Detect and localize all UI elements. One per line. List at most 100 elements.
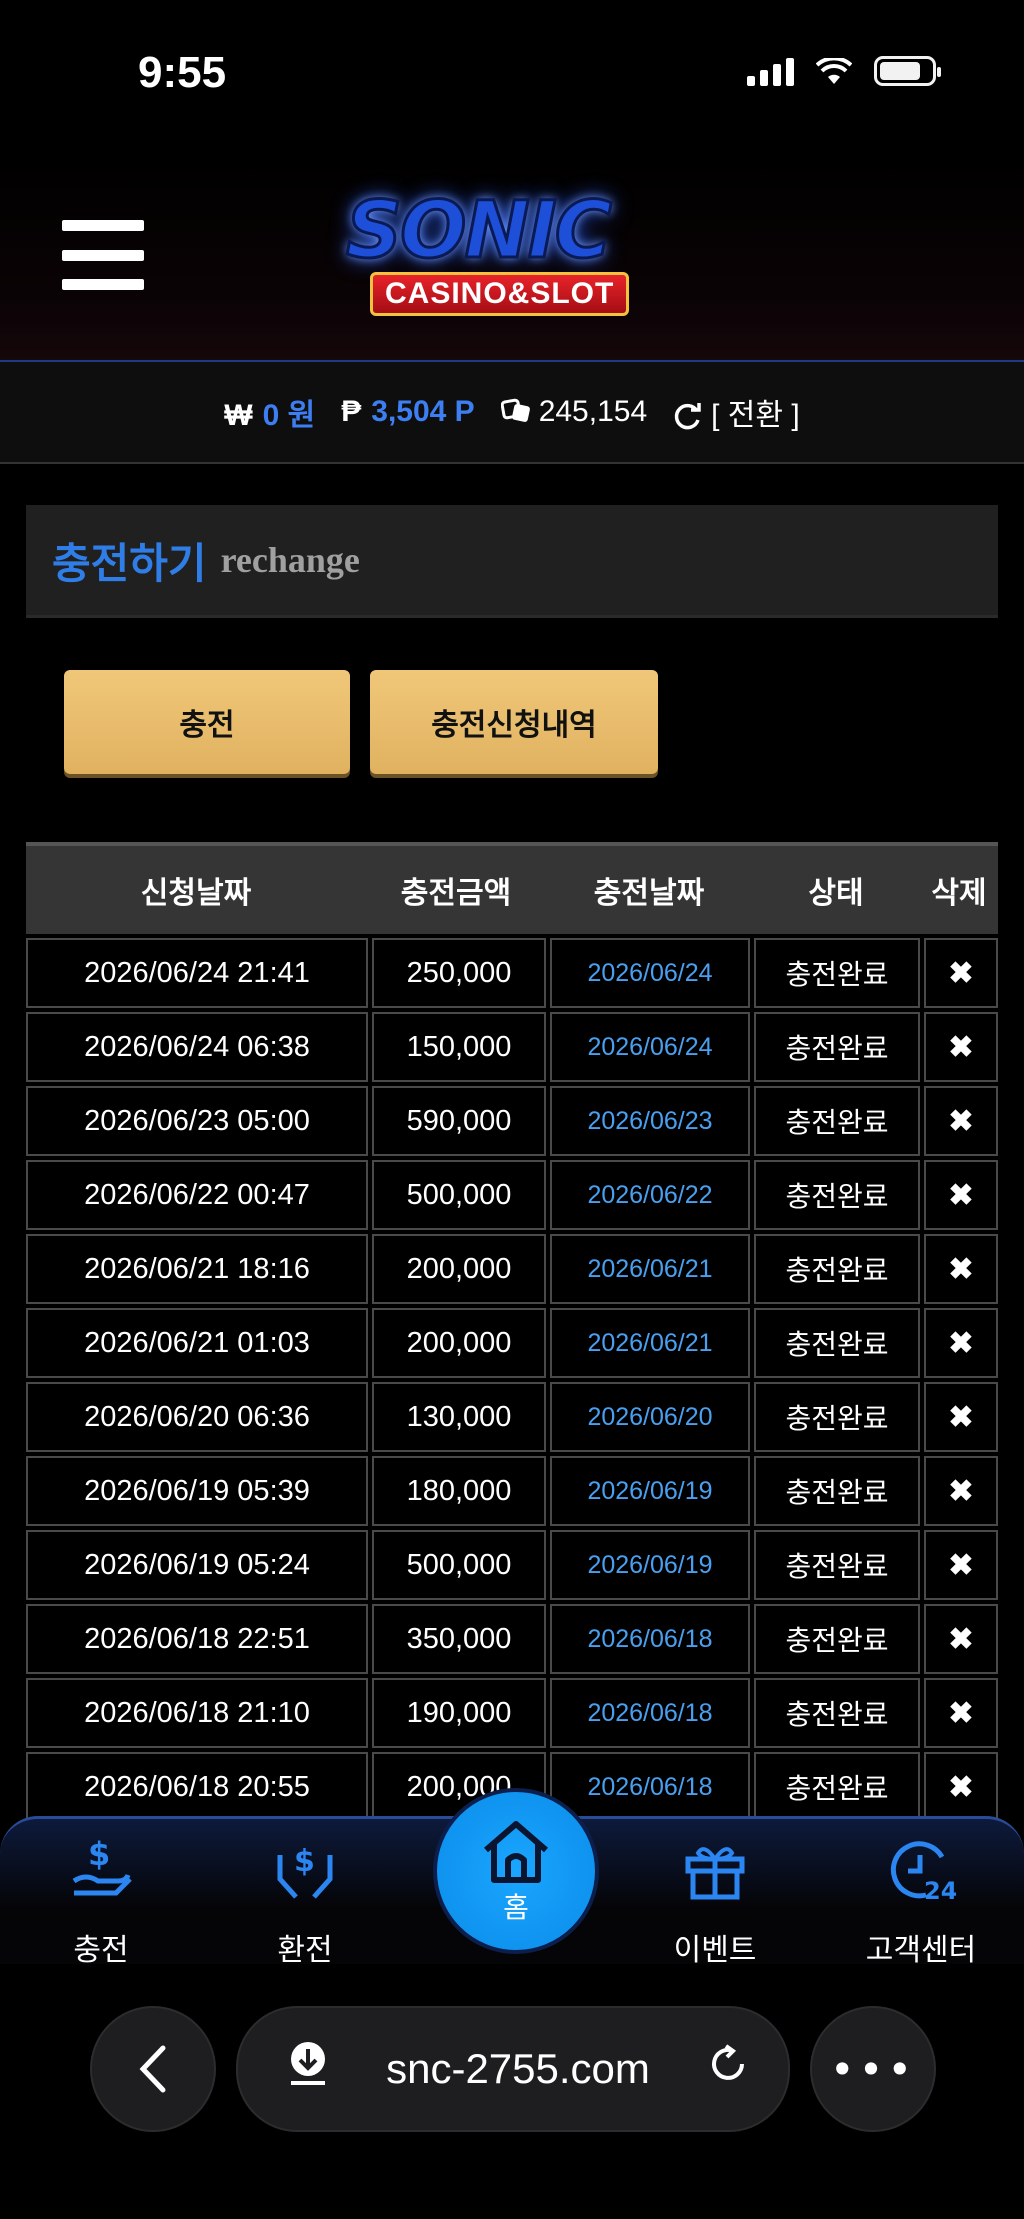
status-time: 9:55 — [138, 48, 227, 97]
charged-date-cell: 2026/06/20 — [550, 1382, 750, 1452]
header-delete: 삭제 — [931, 876, 987, 911]
header-status: 상태 — [808, 876, 864, 911]
table-row: 2026/06/19 05:24 500,000 2026/06/19 충전완료 ✖ — [26, 1530, 998, 1600]
requested-date-cell: 2026/06/20 06:36 — [26, 1382, 368, 1452]
delete-cell[interactable]: ✖ — [924, 1530, 998, 1600]
amount-cell: 500,000 — [372, 1530, 546, 1600]
site-logo[interactable]: SONIC CASINO&SLOT — [318, 180, 718, 330]
status-bar: 9:55 — [0, 0, 1024, 150]
battery-icon — [874, 56, 941, 86]
charged-date-cell: 2026/06/18 — [550, 1752, 750, 1822]
delete-cell[interactable]: ✖ — [924, 1382, 998, 1452]
delete-icon[interactable]: ✖ — [948, 1030, 973, 1065]
table-row: 2026/06/19 05:39 180,000 2026/06/19 충전완료 ✖ — [26, 1456, 998, 1526]
charge-history-table: 신청날짜 충전금액 충전날짜 상태 삭제 2026/06/24 21:41 250… — [26, 842, 998, 1822]
delete-icon[interactable]: ✖ — [948, 1622, 973, 1657]
more-options-button[interactable]: ••• — [810, 2006, 936, 2132]
table-row: 2026/06/22 00:47 500,000 2026/06/22 충전완료 ✖ — [26, 1160, 998, 1230]
status-cell: 충전완료 — [754, 1086, 920, 1156]
table-row: 2026/06/21 01:03 200,000 2026/06/21 충전완료 ✖ — [26, 1308, 998, 1378]
section-title-ko: 충전하기 — [52, 538, 207, 588]
charged-date-cell: 2026/06/19 — [550, 1530, 750, 1600]
charge-button[interactable]: 충전 — [64, 670, 350, 774]
support-24-icon[interactable]: 24 — [846, 1835, 996, 1915]
nav-exchange-label: 환전 — [277, 1933, 333, 1968]
status-cell: 충전완료 — [754, 1530, 920, 1600]
charged-date-cell: 2026/06/24 — [550, 938, 750, 1008]
reload-icon[interactable] — [688, 2042, 768, 2097]
svg-text:$: $ — [294, 1844, 315, 1879]
chip-balance: 245,154 — [500, 395, 648, 429]
status-cell: 충전완료 — [754, 1604, 920, 1674]
switch-button[interactable]: [ 전환 ] — [711, 399, 800, 432]
deposit-hand-icon[interactable]: $ — [26, 1835, 176, 1915]
delete-icon[interactable]: ✖ — [948, 1104, 973, 1139]
delete-icon[interactable]: ✖ — [948, 1252, 973, 1287]
charge-history-button[interactable]: 충전신청내역 — [370, 670, 658, 774]
nav-support[interactable]: 24 고객센터 — [846, 1835, 996, 1969]
delete-icon[interactable]: ✖ — [948, 1474, 973, 1509]
menu-icon[interactable] — [62, 220, 144, 290]
signal-icon — [747, 56, 794, 86]
status-icons — [747, 56, 941, 86]
more-icon[interactable]: ••• — [830, 2045, 916, 2094]
delete-cell[interactable]: ✖ — [924, 1308, 998, 1378]
gift-icon[interactable] — [640, 1835, 790, 1915]
amount-cell: 250,000 — [372, 938, 546, 1008]
delete-icon[interactable]: ✖ — [948, 1696, 973, 1731]
delete-icon[interactable]: ✖ — [948, 1400, 973, 1435]
charged-date-cell: 2026/06/19 — [550, 1456, 750, 1526]
delete-icon[interactable]: ✖ — [948, 1548, 973, 1583]
delete-cell[interactable]: ✖ — [924, 1678, 998, 1748]
status-cell: 충전완료 — [754, 938, 920, 1008]
delete-cell[interactable]: ✖ — [924, 1160, 998, 1230]
delete-cell[interactable]: ✖ — [924, 1234, 998, 1304]
status-cell: 충전완료 — [754, 1012, 920, 1082]
header-charged-date: 충전날짜 — [593, 876, 705, 911]
amount-cell: 200,000 — [372, 1234, 546, 1304]
won-icon: ₩ — [224, 399, 253, 432]
charged-date-cell: 2026/06/24 — [550, 1012, 750, 1082]
download-icon[interactable] — [268, 2039, 348, 2099]
exchange-hands-icon[interactable]: $ — [230, 1835, 380, 1915]
nav-deposit-label: 충전 — [73, 1933, 129, 1968]
requested-date-cell: 2026/06/24 06:38 — [26, 1012, 368, 1082]
table-row: 2026/06/24 06:38 150,000 2026/06/24 충전완료 ✖ — [26, 1012, 998, 1082]
wifi-icon — [816, 58, 852, 84]
home-icon[interactable] — [478, 1816, 554, 1886]
nav-event[interactable]: 이벤트 — [640, 1835, 790, 1969]
delete-cell[interactable]: ✖ — [924, 1456, 998, 1526]
nav-deposit[interactable]: $ 충전 — [26, 1835, 176, 1969]
delete-cell[interactable]: ✖ — [924, 1604, 998, 1674]
amount-cell: 190,000 — [372, 1678, 546, 1748]
delete-cell[interactable]: ✖ — [924, 938, 998, 1008]
switch-control[interactable]: [ 전환 ] — [673, 390, 800, 434]
requested-date-cell: 2026/06/22 00:47 — [26, 1160, 368, 1230]
svg-text:$: $ — [88, 1835, 110, 1873]
refresh-icon[interactable] — [673, 401, 703, 431]
amount-cell: 150,000 — [372, 1012, 546, 1082]
delete-icon[interactable]: ✖ — [948, 1770, 973, 1805]
amount-cell: 590,000 — [372, 1086, 546, 1156]
requested-date-cell: 2026/06/24 21:41 — [26, 938, 368, 1008]
back-button[interactable] — [90, 2006, 216, 2132]
charged-date-cell: 2026/06/23 — [550, 1086, 750, 1156]
chevron-left-icon[interactable] — [133, 2044, 173, 2094]
delete-cell[interactable]: ✖ — [924, 1086, 998, 1156]
nav-home[interactable]: 홈 — [433, 1788, 599, 1954]
table-row: 2026/06/24 21:41 250,000 2026/06/24 충전완료 ✖ — [26, 938, 998, 1008]
charged-date-cell: 2026/06/21 — [550, 1308, 750, 1378]
point-value: 3,504 P — [371, 395, 475, 428]
nav-exchange[interactable]: $ 환전 — [230, 1835, 380, 1969]
requested-date-cell: 2026/06/18 21:10 — [26, 1678, 368, 1748]
address-bar[interactable]: snc-2755.com — [236, 2006, 790, 2132]
table-row: 2026/06/21 18:16 200,000 2026/06/21 충전완료 ✖ — [26, 1234, 998, 1304]
delete-cell[interactable]: ✖ — [924, 1752, 998, 1822]
chip-value: 245,154 — [538, 395, 648, 428]
delete-cell[interactable]: ✖ — [924, 1012, 998, 1082]
url-text[interactable]: snc-2755.com — [348, 2045, 688, 2093]
delete-icon[interactable]: ✖ — [948, 1178, 973, 1213]
delete-icon[interactable]: ✖ — [948, 956, 973, 991]
section-title-en: rechange — [220, 540, 360, 580]
delete-icon[interactable]: ✖ — [948, 1326, 973, 1361]
